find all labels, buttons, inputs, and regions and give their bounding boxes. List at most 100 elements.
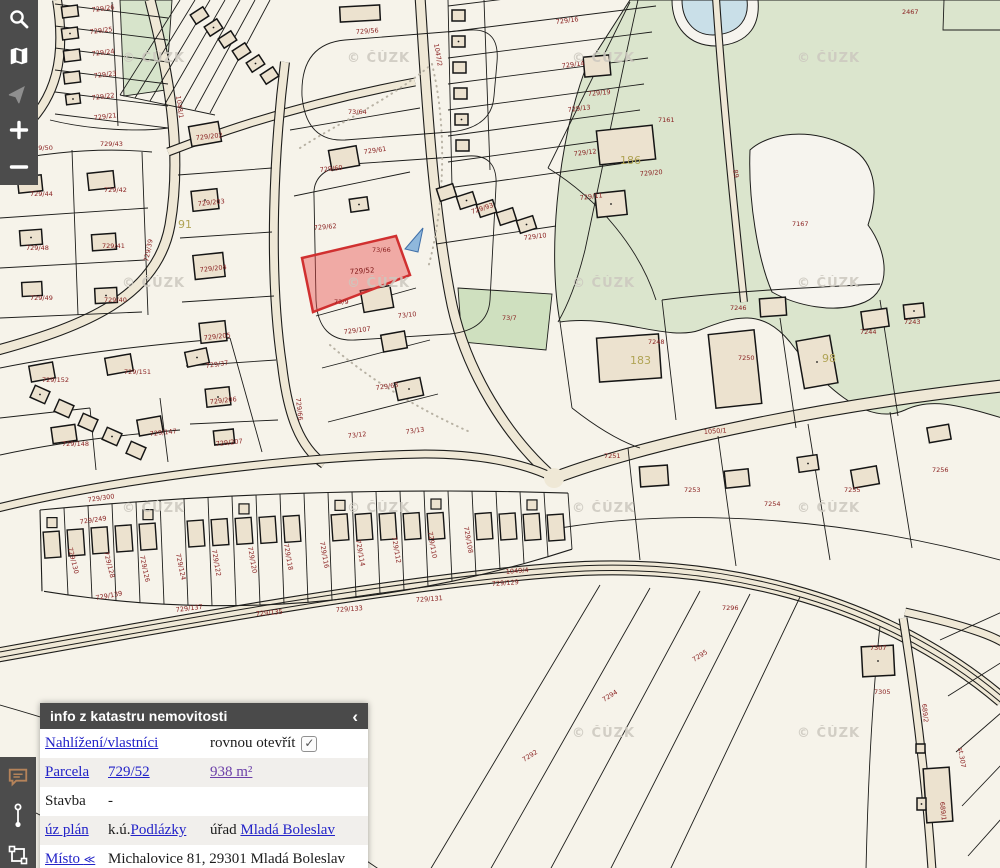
select-area-button[interactable] [6,843,30,867]
plus-icon [8,119,30,141]
row-stavba: Stavba - [40,787,368,816]
zoom-in-button[interactable] [7,118,31,142]
zoom-out-button[interactable] [7,155,31,179]
parcel-number-label: 729/48 [26,244,49,252]
rovnou-otevrit-label: rovnou otevřít [210,735,295,752]
building [759,297,786,317]
parcel-number-label: 7248 [648,338,665,346]
parcel-number-label: 7296 [722,604,739,612]
building [927,424,951,443]
parcel-number-label: 186 [620,154,641,167]
search-button[interactable] [7,7,31,31]
parcel-number-label: 7246 [730,304,747,312]
locate-button[interactable] [7,81,31,105]
cuzk-watermark: © ČÚZK [572,50,635,66]
misto-value: Michalovice 81, 29301 Mladá Boleslav [108,851,368,868]
parcel-number-label: 729/41 [102,242,125,250]
cuzk-watermark: © ČÚZK [572,725,635,741]
parcel-number-label: 98 [822,352,836,365]
map-icon [8,45,30,67]
open-directly-checkbox[interactable]: ✓ [301,736,317,752]
cuzk-watermark: © ČÚZK [122,500,185,516]
cuzk-watermark: © ČÚZK [797,725,860,741]
measure-icon [8,803,28,829]
building [916,744,925,753]
locate-arrow-icon [8,82,30,104]
building [452,10,465,21]
collapse-panel-button[interactable]: ‹ [352,708,358,725]
nahlizeni-vlastnici-link[interactable]: Nahlížení/vlastníci [45,735,158,751]
building [639,465,668,487]
ku-podlazky-link[interactable]: Podlázky [131,822,187,838]
urad-prefix: úřad [210,822,237,838]
secondary-toolbar [0,757,36,868]
cuzk-watermark: © ČÚZK [797,275,860,291]
cuzk-watermark: © ČÚZK [347,275,410,291]
cuzk-watermark: © ČÚZK [572,500,635,516]
stavba-label: Stavba [45,793,108,810]
building [454,88,467,99]
parcel-number-label: 7244 [860,328,877,336]
misto-collapse-icon: ≪ [84,854,96,866]
parcel-number-label: 729/43 [100,140,123,148]
parcel-number-label: 73/66 [372,246,391,254]
map-layers-button[interactable] [7,44,31,68]
parcel-number-label: 7255 [844,486,861,494]
app-window: 729/26729/25729/24729/23729/22729/21729/… [0,0,1000,868]
map-toolbar [0,0,38,185]
parcel-number-label: 7305 [874,688,891,696]
cuzk-watermark: © ČÚZK [347,500,410,516]
parcel-number-label: 729/44 [30,190,53,198]
building [61,5,78,18]
minus-icon [8,156,30,178]
building [724,469,750,488]
parcel-number-label: 7253 [684,486,701,494]
building [861,308,889,329]
misto-link[interactable]: Místo ≪ [45,851,95,867]
row-nahlizeni: Nahlížení/vlastníci rovnou otevřít ✓ [40,729,368,758]
cuzk-watermark: © ČÚZK [122,275,185,291]
chat-bubble-icon [7,766,29,788]
parcel-number-label: 73/7 [502,314,517,322]
parcel-number-label: 2467 [902,8,919,16]
building [708,330,761,408]
measure-button[interactable] [6,804,30,828]
parcel-number-label: 7307 [870,644,887,652]
cuzk-watermark: © ČÚZK [347,50,410,66]
cadastre-info-panel: info z katastru nemovitosti ‹ Nahlížení/… [40,703,368,868]
feedback-button[interactable] [6,765,30,789]
parcel-number-label: 73/9 [334,298,349,306]
cuzk-watermark: © ČÚZK [572,275,635,291]
urad-mlada-boleslav-link[interactable]: Mladá Boleslav [240,822,335,838]
building [63,49,80,62]
building [63,71,80,84]
search-icon [8,8,30,30]
parcel-number-label: 729/148 [62,440,89,448]
parcel-area-link[interactable]: 938 m² [210,764,252,780]
parcel-number-link[interactable]: 729/52 [108,764,150,780]
parcel-number-label: 7167 [792,220,809,228]
building [340,5,381,22]
parcela-link[interactable]: Parcela [45,764,89,780]
parcel-number-label: 729/42 [104,186,127,194]
parcel-number-label: 7243 [904,318,921,326]
building [851,466,880,488]
row-uzplan: úz plán k.ú.Podlázky úřad Mladá Boleslav [40,816,368,845]
stavba-value: - [108,793,210,810]
cuzk-watermark: © ČÚZK [122,50,185,66]
cuzk-watermark: © ČÚZK [797,50,860,66]
uz-plan-link[interactable]: úz plán [45,822,89,838]
parcel-number-label: 729/152 [42,376,69,384]
parcel-number-label: 729/40 [104,296,127,304]
row-misto: Místo ≪ Michalovice 81, 29301 Mladá Bole… [40,845,368,868]
parcel-number-label: 7254 [764,500,781,508]
building [381,331,408,352]
building [456,140,469,151]
parcel-number-label: 7251 [604,452,621,460]
parcel-number-label: 73/64 [348,108,367,116]
parcel-number-label: 7250 [738,354,755,362]
parcel-number-label: 729/56 [356,26,379,36]
building [923,767,953,823]
parcel-number-label: 183 [630,354,651,367]
parcel-number-label: 729/151 [124,368,151,376]
